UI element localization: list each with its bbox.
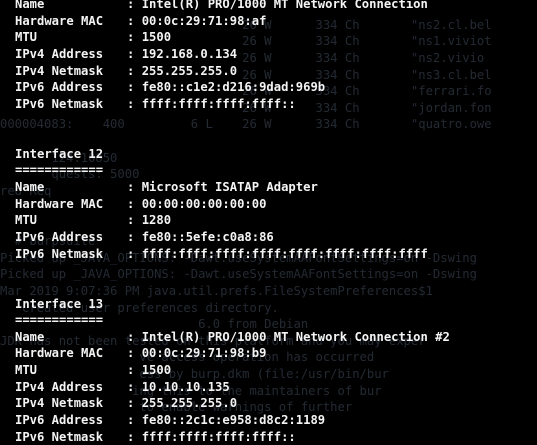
interface-13-row: MTU: 1500 xyxy=(0,362,537,379)
interface-top-row: Hardware MAC: 00:0c:29:71:98:af xyxy=(0,13,537,30)
field-value: ffff:ffff:ffff:ffff:: xyxy=(141,96,296,111)
field-separator: : xyxy=(127,196,142,211)
field-separator: : xyxy=(127,229,142,244)
field-separator: : xyxy=(127,96,142,111)
interface-top-row: MTU: 1500 xyxy=(0,29,537,46)
interface-top-row: IPv6 Address: fe80::c1e2:d216:9dad:969b xyxy=(0,79,537,96)
field-value: fe80::c1e2:d216:9dad:969b xyxy=(141,80,326,95)
field-label: IPv6 Address xyxy=(15,80,104,95)
interface-12-details: Name: Microsoft ISATAP Adapter Hardware M… xyxy=(0,179,537,262)
field-separator: : xyxy=(127,0,142,11)
field-label: MTU xyxy=(15,213,38,228)
field-separator: : xyxy=(127,13,142,28)
field-separator: : xyxy=(127,329,142,344)
interface-12-row: Hardware MAC: 00:00:00:00:00:00 xyxy=(0,196,537,213)
field-separator: : xyxy=(127,413,142,428)
interface-12-row: IPv6 Netmask: ffff:ffff:ffff:ffff:ffff:f… xyxy=(0,246,537,263)
interface-top-row: IPv4 Address: 192.168.0.134 xyxy=(0,46,537,63)
interface-13-header: Interface 13 xyxy=(15,296,104,311)
field-separator: : xyxy=(127,213,142,228)
field-separator: : xyxy=(127,246,142,261)
field-value: ffff:ffff:ffff:ffff:: xyxy=(141,429,296,444)
field-value: 1500 xyxy=(141,30,172,45)
field-label: IPv4 Netmask xyxy=(15,396,104,411)
field-value: 192.168.0.134 xyxy=(141,46,238,61)
field-separator: : xyxy=(127,429,142,444)
terminal-output: Name: Intel(R) PRO/1000 MT Network Conne… xyxy=(0,0,537,445)
field-label: Name xyxy=(15,329,45,344)
field-value: 1280 xyxy=(141,213,172,228)
field-label: IPv6 Address xyxy=(15,413,104,428)
field-label: MTU xyxy=(15,30,38,45)
field-label: IPv6 Netmask xyxy=(15,429,104,444)
field-separator: : xyxy=(127,180,142,195)
field-value: 255.255.255.0 xyxy=(141,396,238,411)
field-value: 10.10.10.135 xyxy=(141,379,230,394)
interface-12-row: Name: Microsoft ISATAP Adapter xyxy=(0,179,537,196)
field-value: 00:0c:29:71:98:af xyxy=(141,13,267,28)
field-label: Hardware MAC xyxy=(15,196,104,211)
interface-12-rule: ============ xyxy=(15,163,104,178)
field-label: Hardware MAC xyxy=(15,346,104,361)
interface-13-rule: ============ xyxy=(15,313,104,328)
field-value: fe80::2c1c:e958:d8c2:1189 xyxy=(141,413,326,428)
interface-13-row: IPv6 Netmask: ffff:ffff:ffff:ffff:: xyxy=(0,429,537,445)
interface-13-row: IPv6 Address: fe80::2c1c:e958:d8c2:1189 xyxy=(0,412,537,429)
field-separator: : xyxy=(127,80,142,95)
interface-13-row: Name: Intel(R) PRO/1000 MT Network Conne… xyxy=(0,329,537,346)
field-value: fe80::5efe:c0a8:86 xyxy=(141,229,274,244)
field-separator: : xyxy=(127,396,142,411)
field-value: Intel(R) PRO/1000 MT Network Connection … xyxy=(141,329,450,344)
field-separator: : xyxy=(127,46,142,61)
field-value: ffff:ffff:ffff:ffff:ffff:ffff:ffff:ffff xyxy=(141,246,428,261)
field-value: Intel(R) PRO/1000 MT Network Connection xyxy=(141,0,428,11)
field-label: IPv4 Address xyxy=(15,46,104,61)
field-label: IPv6 Netmask xyxy=(15,246,104,261)
interface-details-top: Name: Intel(R) PRO/1000 MT Network Conne… xyxy=(0,0,537,112)
field-value: 00:00:00:00:00:00 xyxy=(141,196,267,211)
interface-13-row: IPv4 Netmask: 255.255.255.0 xyxy=(0,395,537,412)
field-separator: : xyxy=(127,379,142,394)
field-value: 1500 xyxy=(141,363,172,378)
field-label: IPv6 Address xyxy=(15,229,104,244)
field-label: Hardware MAC xyxy=(15,13,104,28)
field-separator: : xyxy=(127,363,142,378)
field-label: Name xyxy=(15,0,45,11)
interface-13-row: IPv4 Address: 10.10.10.135 xyxy=(0,379,537,396)
field-value: 00:0c:29:71:98:b9 xyxy=(141,346,267,361)
field-value: 255.255.255.0 xyxy=(141,63,238,78)
interface-12-row: MTU: 1280 xyxy=(0,212,537,229)
interface-13-details: Name: Intel(R) PRO/1000 MT Network Conne… xyxy=(0,329,537,445)
field-separator: : xyxy=(127,63,142,78)
interface-12-header: Interface 12 xyxy=(15,146,104,161)
interface-top-row: Name: Intel(R) PRO/1000 MT Network Conne… xyxy=(0,0,537,13)
interface-12-row: IPv6 Address: fe80::5efe:c0a8:86 xyxy=(0,229,537,246)
field-label: IPv4 Address xyxy=(15,379,104,394)
field-label: Name xyxy=(15,180,45,195)
field-value: Microsoft ISATAP Adapter xyxy=(141,180,318,195)
field-separator: : xyxy=(127,346,142,361)
terminal-window[interactable]: 26 W 334 Ch "ns2.cl.bel 26 W 334 Ch "ns1… xyxy=(0,0,537,444)
interface-top-row: IPv6 Netmask: ffff:ffff:ffff:ffff:: xyxy=(0,96,537,113)
interface-top-row: IPv4 Netmask: 255.255.255.0 xyxy=(0,63,537,80)
field-label: IPv6 Netmask xyxy=(15,96,104,111)
field-separator: : xyxy=(127,30,142,45)
field-label: IPv4 Netmask xyxy=(15,63,104,78)
interface-13-row: Hardware MAC: 00:0c:29:71:98:b9 xyxy=(0,345,537,362)
field-label: MTU xyxy=(15,363,38,378)
